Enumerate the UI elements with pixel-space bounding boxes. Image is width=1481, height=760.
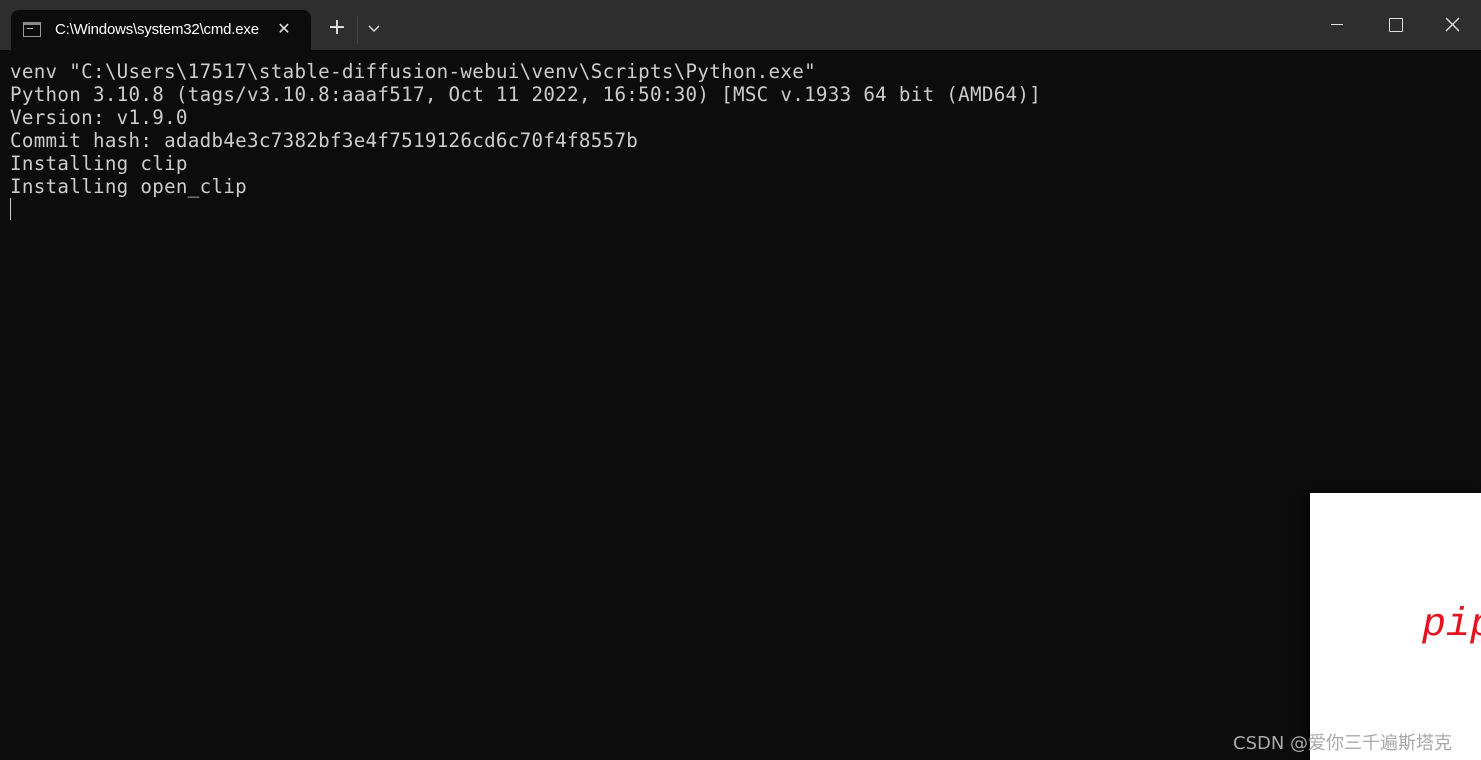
- terminal-line: Version: v1.9.0: [10, 106, 188, 129]
- tab-cmd[interactable]: C:\Windows\system32\cmd.exe ✕: [11, 10, 311, 50]
- close-window-button[interactable]: [1424, 0, 1481, 50]
- terminal-line: Installing open_clip: [10, 175, 248, 198]
- tab-separator: [357, 16, 358, 44]
- terminal-line: Installing clip: [10, 152, 188, 175]
- maximize-button[interactable]: [1366, 0, 1424, 50]
- terminal-output[interactable]: venv "C:\Users\17517\stable-diffusion-we…: [0, 50, 1481, 760]
- text-cursor: [10, 198, 11, 220]
- close-icon: [1445, 17, 1460, 32]
- overlay-text: pip: [1422, 603, 1481, 648]
- minimize-button[interactable]: [1308, 0, 1366, 50]
- terminal-line: venv "C:\Users\17517\stable-diffusion-we…: [10, 60, 816, 83]
- watermark: CSDN @爱你三千遍斯塔克: [1233, 733, 1453, 754]
- close-tab-icon[interactable]: ✕: [276, 21, 292, 37]
- terminal-line: Commit hash: adadb4e3c7382bf3e4f7519126c…: [10, 129, 639, 152]
- title-bar: C:\Windows\system32\cmd.exe ✕ +: [0, 0, 1481, 50]
- terminal-line: Python 3.10.8 (tags/v3.10.8:aaaf517, Oct…: [10, 83, 1042, 106]
- tab-title: C:\Windows\system32\cmd.exe: [55, 21, 259, 38]
- console-icon: [23, 22, 41, 37]
- chevron-down-icon[interactable]: [366, 20, 382, 36]
- new-tab-button[interactable]: +: [326, 17, 348, 39]
- overlay-image: pip: [1310, 493, 1481, 760]
